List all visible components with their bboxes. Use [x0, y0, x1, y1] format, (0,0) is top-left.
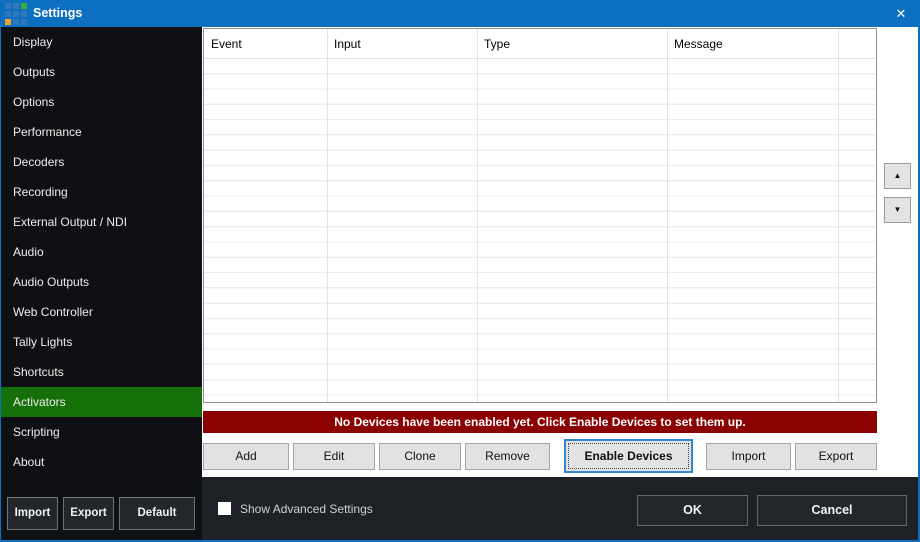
table-header-row: Event Input Type Message [204, 29, 876, 59]
activators-table: Event Input Type Message [203, 28, 877, 403]
sidebar-item-audio-outputs[interactable]: Audio Outputs [1, 267, 202, 297]
sidebar-item-web-controller[interactable]: Web Controller [1, 297, 202, 327]
sidebar-item-tally-lights[interactable]: Tally Lights [1, 327, 202, 357]
show-advanced-label: Show Advanced Settings [240, 502, 373, 516]
cancel-button[interactable]: Cancel [757, 495, 907, 526]
footer-bar: Show Advanced Settings OK Cancel [202, 477, 918, 540]
sidebar-export-button[interactable]: Export [63, 497, 114, 530]
column-header-type[interactable]: Type [477, 29, 667, 59]
column-divider [838, 29, 839, 402]
column-divider [477, 29, 478, 402]
window-title: Settings [33, 0, 82, 27]
settings-window: Settings ✕ Display Outputs Options Perfo… [0, 0, 920, 542]
remove-button[interactable]: Remove [465, 443, 550, 470]
column-divider [327, 29, 328, 402]
sidebar-item-scripting[interactable]: Scripting [1, 417, 202, 447]
sidebar-item-outputs[interactable]: Outputs [1, 57, 202, 87]
move-up-button[interactable]: ▲ [884, 163, 911, 189]
enable-devices-button[interactable]: Enable Devices [564, 439, 693, 473]
show-advanced-checkbox[interactable] [218, 502, 231, 515]
settings-sidebar: Display Outputs Options Performance Deco… [1, 27, 202, 540]
close-icon[interactable]: ✕ [886, 0, 916, 27]
activators-panel: Event Input Type Message ▲ ▼ No Devices … [202, 27, 918, 477]
export-button[interactable]: Export [795, 443, 877, 470]
down-arrow-icon: ▼ [894, 205, 902, 214]
column-header-message[interactable]: Message [667, 29, 838, 59]
sidebar-item-shortcuts[interactable]: Shortcuts [1, 357, 202, 387]
column-header-event[interactable]: Event [204, 29, 327, 59]
clone-button[interactable]: Clone [379, 443, 461, 470]
table-body-empty [204, 59, 876, 402]
up-arrow-icon: ▲ [894, 171, 902, 180]
sidebar-item-display[interactable]: Display [1, 27, 202, 57]
sidebar-item-about[interactable]: About [1, 447, 202, 477]
add-button[interactable]: Add [203, 443, 289, 470]
edit-button[interactable]: Edit [293, 443, 375, 470]
sidebar-item-performance[interactable]: Performance [1, 117, 202, 147]
sidebar-item-decoders[interactable]: Decoders [1, 147, 202, 177]
move-down-button[interactable]: ▼ [884, 197, 911, 223]
no-devices-banner: No Devices have been enabled yet. Click … [203, 411, 877, 433]
sidebar-default-button[interactable]: Default [119, 497, 195, 530]
sidebar-item-options[interactable]: Options [1, 87, 202, 117]
ok-button[interactable]: OK [637, 495, 748, 526]
sidebar-item-recording[interactable]: Recording [1, 177, 202, 207]
sidebar-import-button[interactable]: Import [7, 497, 58, 530]
window-border [0, 0, 1, 542]
sidebar-item-audio[interactable]: Audio [1, 237, 202, 267]
column-header-input[interactable]: Input [327, 29, 477, 59]
import-button[interactable]: Import [706, 443, 791, 470]
column-divider [667, 29, 668, 402]
sidebar-item-external-output-ndi[interactable]: External Output / NDI [1, 207, 202, 237]
title-bar[interactable]: Settings ✕ [0, 0, 920, 27]
app-grid-icon [5, 3, 27, 25]
sidebar-item-activators[interactable]: Activators [1, 387, 202, 417]
